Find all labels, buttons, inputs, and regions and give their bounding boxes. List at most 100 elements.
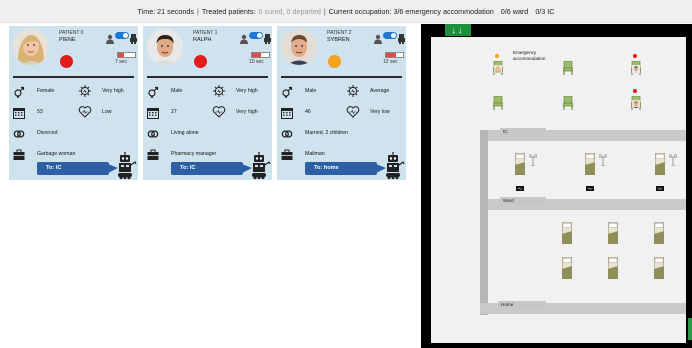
divider xyxy=(281,76,402,78)
robot-icon xyxy=(117,152,137,180)
timer-bar xyxy=(117,52,136,58)
gender-row: Female Very high xyxy=(9,85,138,99)
home-label: Home xyxy=(498,301,546,308)
age-value: 46 xyxy=(305,109,311,115)
patient-card[interactable]: PATIENT 2 SYBREN 12 sec Male Average 46 … xyxy=(277,26,406,180)
patient-card[interactable]: PATIENT 0 PIENE 7 sec Female Very high 5… xyxy=(9,26,138,180)
virus-icon xyxy=(212,84,226,98)
gender-icon xyxy=(147,85,159,98)
timer-text: 12 sec xyxy=(383,59,398,65)
toggle-switch-icon[interactable] xyxy=(383,32,397,39)
gender-icon xyxy=(13,85,25,98)
patient-header: PATIENT 2 SYBREN 12 sec xyxy=(277,26,406,76)
person-icon xyxy=(239,31,249,44)
avatar xyxy=(13,29,49,65)
ward-bed-icon xyxy=(607,221,619,245)
iv-pole-icon xyxy=(668,153,678,167)
job-value: Mailman xyxy=(305,151,325,157)
patient-avatar xyxy=(632,95,640,108)
health-risk-value: Very high xyxy=(236,109,258,115)
exit-sign-icon: ↓↓ xyxy=(445,24,471,36)
chair-icon xyxy=(562,60,574,75)
chair-icon xyxy=(492,95,504,110)
send-patient-button[interactable]: To: IC xyxy=(37,162,118,175)
virus-icon xyxy=(78,84,92,98)
corridor-wall xyxy=(480,130,488,315)
briefcase-icon xyxy=(147,148,159,160)
robot-icon xyxy=(130,31,137,44)
person-icon xyxy=(373,31,383,44)
age-row: 27 Very high xyxy=(143,106,272,120)
age-row: 46 Very low xyxy=(277,106,406,120)
separator: | xyxy=(323,6,326,16)
patient-avatar xyxy=(632,60,640,73)
monitor-icon xyxy=(516,179,524,191)
chair-icon xyxy=(562,95,574,110)
robot-icon xyxy=(251,152,271,180)
hospital-floor xyxy=(431,37,686,343)
ward-occupation: 0/6 ward xyxy=(500,6,529,16)
send-patient-label: To: home xyxy=(314,165,339,171)
send-patient-button[interactable]: To: IC xyxy=(171,162,252,175)
ic-label: IC xyxy=(500,128,546,135)
ward-bed-icon xyxy=(653,221,665,245)
patient-header: PATIENT 1 RALPH 10 sec xyxy=(143,26,272,76)
monitor-icon xyxy=(656,179,664,191)
rings-icon xyxy=(281,127,293,139)
iv-pole-icon xyxy=(598,153,608,167)
timer-text: 7 sec xyxy=(115,59,127,65)
heart-icon xyxy=(78,105,92,119)
toggle-switch-icon[interactable] xyxy=(115,32,129,39)
job-value: Pharmacy manager xyxy=(171,151,217,157)
age-row: 53 Low xyxy=(9,106,138,120)
ic-bed-icon xyxy=(514,152,526,176)
patient-number: PATIENT 2 xyxy=(327,30,352,36)
patient-name: PIENE xyxy=(59,37,76,43)
relationship-row: Married, 2 children xyxy=(277,127,406,141)
status-dot xyxy=(495,54,499,58)
infection-risk-value: Average xyxy=(370,88,390,94)
timer-bar xyxy=(385,52,404,58)
gender-value: Male xyxy=(305,88,317,94)
exit-door[interactable] xyxy=(688,318,692,340)
gender-row: Male Very high xyxy=(143,85,272,99)
age-calendar-icon xyxy=(147,106,159,119)
treated-label: Treated patients: xyxy=(201,6,256,16)
patient-card[interactable]: PATIENT 1 RALPH 10 sec Male Very high 27… xyxy=(143,26,272,180)
relationship-value: Divorced xyxy=(37,130,58,136)
divider xyxy=(13,76,134,78)
toggle-switch-icon[interactable] xyxy=(249,32,263,39)
ward-bed-icon xyxy=(561,221,573,245)
avatar xyxy=(147,29,183,65)
ic-bed-icon xyxy=(654,152,666,176)
age-value: 27 xyxy=(171,109,177,115)
virus-icon xyxy=(346,84,360,98)
relationship-value: Living alone xyxy=(171,130,199,136)
send-patient-button[interactable]: To: home xyxy=(305,162,386,175)
briefcase-icon xyxy=(13,148,25,160)
divider xyxy=(147,76,268,78)
gender-row: Male Average xyxy=(277,85,406,99)
occupation-label: Current occupation: 3/6 emergency accomm… xyxy=(328,6,494,16)
rings-icon xyxy=(147,127,159,139)
timer-bar xyxy=(251,52,270,58)
relationship-row: Living alone xyxy=(143,127,272,141)
patient-name: SYBREN xyxy=(327,37,350,43)
avatar xyxy=(281,29,317,65)
patient-number: PATIENT 1 xyxy=(193,30,218,36)
severity-status-dot xyxy=(60,55,73,68)
status-dot xyxy=(633,54,637,58)
infection-risk-value: Very high xyxy=(102,88,124,94)
ward-bed-icon xyxy=(561,256,573,280)
heart-icon xyxy=(346,105,360,119)
robot-icon xyxy=(264,31,271,44)
status-dot xyxy=(633,89,637,93)
timer-text: 10 sec xyxy=(249,59,264,65)
iv-pole-icon xyxy=(528,153,538,167)
relationship-row: Divorced xyxy=(9,127,138,141)
patient-name: RALPH xyxy=(193,37,212,43)
age-calendar-icon xyxy=(281,106,293,119)
ic-occupation: 0/3 IC xyxy=(535,6,555,16)
status-bar: Time: 21 seconds | Treated patients: 0 c… xyxy=(0,0,692,23)
gender-icon xyxy=(281,85,293,98)
